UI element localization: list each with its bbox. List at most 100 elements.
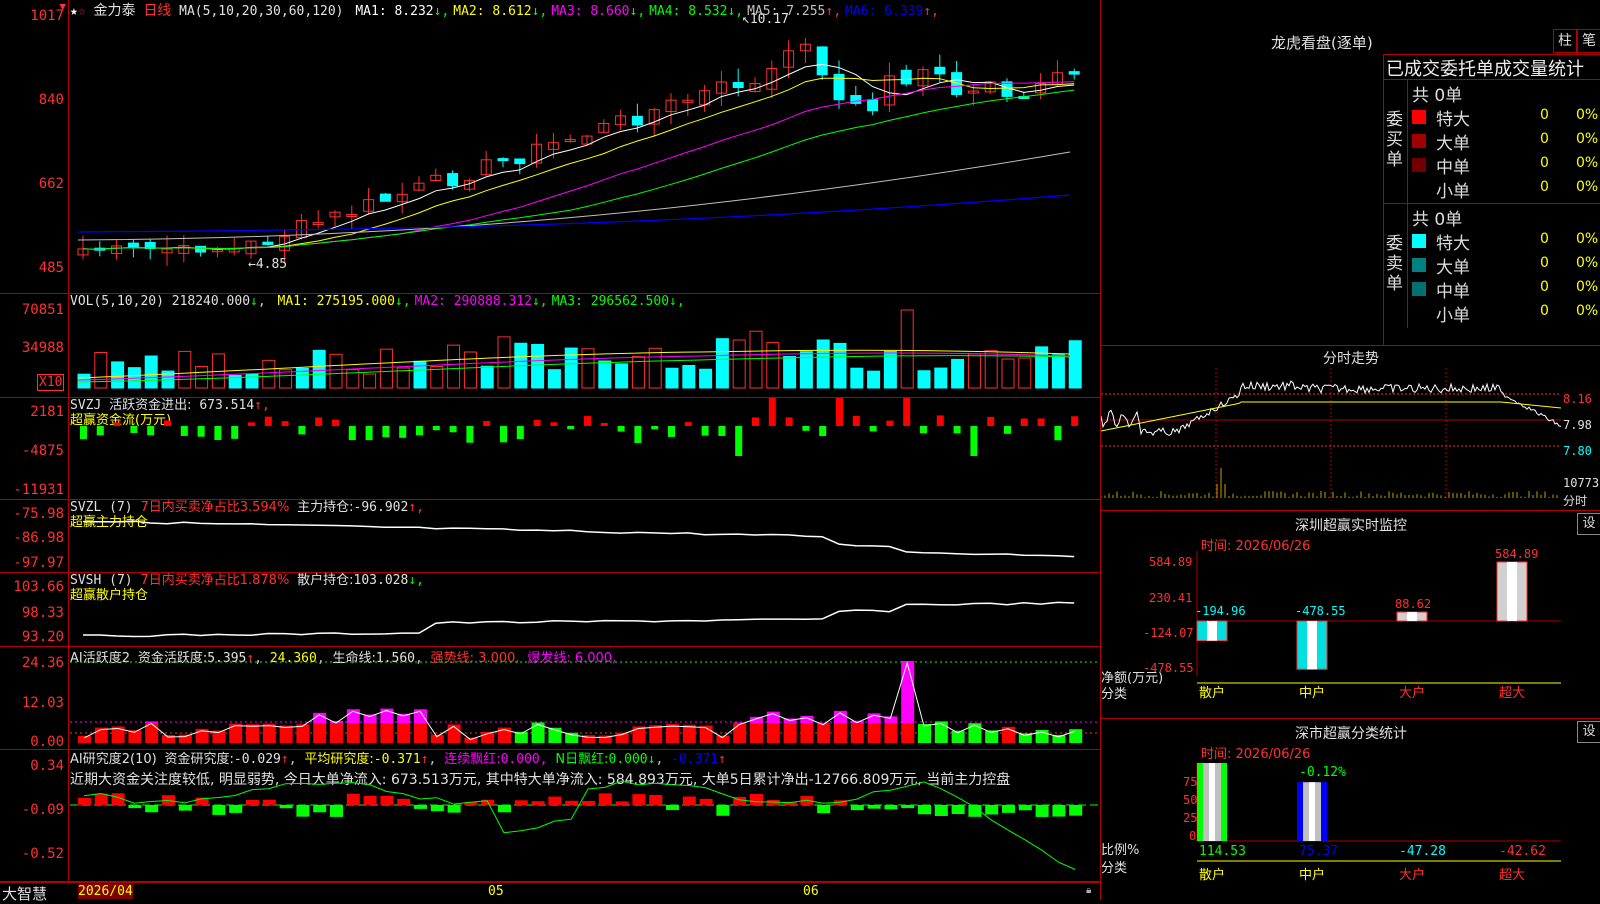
volume-bar (330, 354, 342, 388)
monitor-panel[interactable]: 深圳超赢实时监控 设 时间: 2026/06/26 584.89 230.41 … (1100, 510, 1600, 718)
volume-bar (179, 351, 191, 388)
sell-row: 特大00% (1412, 229, 1600, 253)
flow-bar (517, 426, 524, 439)
sell-pct: 0% (1576, 231, 1598, 247)
low-price-value: 4.85 (256, 257, 287, 272)
kline-panel[interactable]: 1017 840 662 485 ▼ ★☆ 金力泰 日线 MA(5,10,20,… (0, 0, 1100, 294)
candle (901, 70, 911, 84)
volume-bar (145, 356, 157, 388)
volume-bar (1052, 355, 1064, 388)
research-bar (716, 805, 729, 816)
research-bar (582, 801, 595, 805)
flow-bar (584, 416, 591, 426)
active-bar-top (868, 713, 881, 723)
research-bar (918, 805, 931, 814)
svsh-panel[interactable]: 103.66 98.33 93.20 SVSH (7) 7日内买卖净占比1.87… (0, 573, 1100, 647)
dragon-table: 已成交委托单成交量统计 委买单 共 0单 特大00%大单00%中单00%小单00… (1383, 54, 1600, 345)
research-bar (616, 801, 629, 805)
high-price-value: 10.17 (750, 12, 789, 27)
volume-bar (918, 371, 930, 388)
classify-chart: 114.53散户75.37中户-47.28大户-42.62超大 (1101, 719, 1600, 901)
buy-row: 中单00% (1412, 153, 1600, 177)
volume-bar (464, 352, 476, 388)
sell-count: 0 (1540, 255, 1549, 271)
dragon-buy-block: 委买单 共 0单 特大00%大单00%中单00%小单00% (1384, 79, 1600, 204)
volume-bar (750, 331, 762, 388)
research-bar (128, 805, 141, 808)
volume-bar (784, 356, 796, 388)
active-bar (246, 724, 259, 743)
research-bar (1019, 805, 1032, 810)
intraday-panel[interactable]: 分时走势 8.16 7.98 7.80 10773 分时 (1100, 345, 1600, 510)
research-bar (700, 799, 713, 805)
btn-tick[interactable]: 笔 (1577, 29, 1600, 53)
kline-chart (0, 0, 1100, 294)
flow-bar (147, 426, 154, 435)
sell-pct: 0% (1576, 303, 1598, 319)
volume-bar (616, 364, 628, 388)
btn-bar-chart[interactable]: 柱 (1553, 29, 1577, 53)
research-bar (431, 805, 444, 811)
research-bar (414, 805, 427, 809)
active-bar-top (364, 715, 377, 723)
sell-label: 小单 (1436, 301, 1470, 326)
active-bar (750, 723, 763, 743)
ai-research-panel[interactable]: 0.34 -0.09 -0.52 AI研究度2(10) 资金研究度:-0.029… (0, 750, 1100, 882)
flow-bar (265, 417, 272, 426)
volume-panel[interactable]: 70851 34988 X10 VOL(5,10,20) 218240.000↓… (0, 294, 1100, 398)
flow-bar (298, 426, 305, 434)
flow-bar (618, 426, 625, 432)
research-bar (313, 805, 326, 812)
sell-color-swatch (1412, 258, 1426, 272)
flow-bar (231, 426, 238, 439)
buy-color-swatch (1412, 134, 1426, 148)
active-bar (330, 723, 343, 743)
research-bar (179, 805, 192, 811)
research-bar (868, 805, 881, 809)
active-bar (935, 721, 948, 743)
classify-panel[interactable]: 深市超赢分类统计 设 时间: 2026/06/26 75 50 25 0 比例%… (1100, 718, 1600, 900)
research-bar (330, 805, 343, 817)
volume-bar (935, 368, 947, 388)
flow-bar (870, 426, 877, 431)
volume-bar (246, 374, 258, 388)
flow-bar (853, 416, 860, 426)
buy-count: 0 (1540, 155, 1549, 171)
flow-bar (433, 426, 440, 430)
monitor-bar-value: -478.55 (1295, 604, 1346, 618)
ai-active-panel[interactable]: 24.36 12.03 0.00 AI活跃度2 资金活跃度:5.395↑, 24… (0, 647, 1100, 750)
classify-category: 散户 (1199, 867, 1225, 883)
research-bar (666, 805, 679, 810)
research-bar (364, 796, 377, 805)
lock-icon[interactable]: 🔒︎ (1086, 885, 1091, 896)
footer-bar: 大智慧 2026/04 05 06 🔒︎ (0, 882, 1100, 901)
research-bar (145, 805, 158, 812)
active-bar (179, 735, 192, 743)
flow-bar (920, 426, 927, 433)
buy-total: 共 0单 (1412, 81, 1462, 106)
volume-bar (481, 366, 493, 388)
buy-label: 特大 (1436, 105, 1470, 130)
volume-bar (78, 374, 90, 388)
research-bar (632, 794, 645, 805)
volume-bar (599, 361, 611, 388)
active-bar (733, 723, 746, 743)
classify-category: 超大 (1499, 868, 1525, 883)
flow-bar (567, 426, 574, 429)
research-bar (78, 798, 91, 805)
ai-active-chart (0, 647, 1100, 750)
volume-bar (666, 368, 678, 388)
active-bar (229, 724, 242, 743)
retail-hold-line (83, 602, 1074, 636)
buy-label: 委买单 (1386, 110, 1404, 170)
monitor-category: 散户 (1199, 685, 1225, 701)
flow-bar (970, 426, 977, 456)
svzj-panel[interactable]: 2181 -4875 -11931 SVZJ 活跃资金进出: 673.514↑,… (0, 398, 1100, 500)
volume-bar (532, 344, 544, 388)
flow-bar (315, 417, 322, 426)
svzl-panel[interactable]: -75.98 -86.98 -97.97 SVZL (7) 7日内买卖净占比3.… (0, 500, 1100, 573)
research-bar (380, 796, 393, 805)
volume-bar (767, 343, 779, 388)
ma-line-4 (83, 90, 1074, 249)
dragon-panel[interactable]: 龙虎看盘(逐单) 柱 笔 已成交委托单成交量统计 委买单 共 0单 特大00%大… (1100, 0, 1600, 345)
